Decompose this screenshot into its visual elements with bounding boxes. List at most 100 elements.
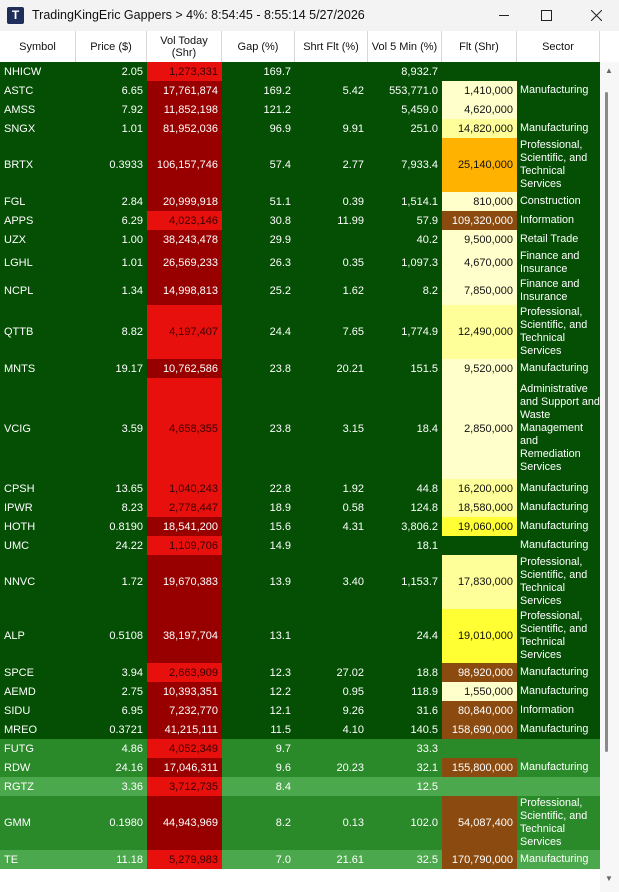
table-row[interactable]: NHICW 2.05 1,273,331 169.7 8,932.7 [0, 62, 600, 81]
table-row[interactable]: SIDU 6.95 7,232,770 12.1 9.26 31.6 80,840,000 I… [0, 701, 600, 720]
cell-vol-today: 2,778,447 [147, 498, 222, 517]
cell-gap: 23.8 [269, 422, 291, 435]
cell-float: 18,580,000 [442, 498, 517, 517]
cell-symbol: SNGX [4, 122, 36, 135]
vertical-scrollbar[interactable]: ▲ ▼ [600, 62, 619, 892]
cell-vol-5min: 251.0 [410, 122, 438, 135]
cell-vol-5min: 32.1 [416, 761, 438, 774]
maximize-button[interactable] [523, 0, 569, 31]
cell-vol-today: 4,052,349 [147, 739, 222, 758]
cell-symbol: CPSH [4, 482, 35, 495]
cell-symbol: RGTZ [4, 780, 34, 793]
cell-vol-5min: 7,933.4 [401, 159, 438, 171]
maximize-icon [540, 10, 552, 21]
table-row[interactable]: NCPL 1.34 14,998,813 25.2 1.62 8.2 7,850,000 Fi… [0, 277, 600, 305]
col-header-short-float[interactable]: Shrt Flt (%) [295, 31, 368, 62]
table-row[interactable]: VCIG 3.59 4,658,355 23.8 3.15 18.4 2,850,000 Ad… [0, 378, 600, 479]
cell-symbol: SPCE [4, 666, 34, 679]
cell-gap: 25.2 [269, 285, 291, 297]
cell-sector: Manufacturing [520, 520, 589, 532]
table-row[interactable]: FGL 2.84 20,999,918 51.1 0.39 1,514.1 810,000 C… [0, 192, 600, 211]
table-row[interactable]: MNTS 19.17 10,762,586 23.8 20.21 151.5 9,520,0… [0, 359, 600, 378]
cell-gap: 169.2 [263, 84, 291, 97]
app-logo-icon: T [7, 7, 24, 24]
cell-gap: 23.8 [269, 362, 291, 375]
table-row[interactable]: IPWR 8.23 2,778,447 18.9 0.58 124.8 18,580,000… [0, 498, 600, 517]
table-row[interactable]: QTTB 8.82 4,197,407 24.4 7.65 1,774.9 12,490,0… [0, 305, 600, 359]
cell-vol-today: 19,670,383 [147, 555, 222, 609]
table-row[interactable]: UZX 1.00 38,243,478 29.9 40.2 9,500,000 Retail… [0, 230, 600, 249]
table-row[interactable]: MREO 0.3721 41,215,111 11.5 4.10 140.5 158,690… [0, 720, 600, 739]
table-row[interactable]: AMSS 7.92 11,852,198 121.2 5,459.0 4,620,000 [0, 100, 600, 119]
table-row[interactable]: AEMD 2.75 10,393,351 12.2 0.95 118.9 1,550,000… [0, 682, 600, 701]
table-row[interactable]: SPCE 3.94 2,663,909 12.3 27.02 18.8 98,920,000… [0, 663, 600, 682]
cell-sector: Manufacturing [520, 84, 589, 96]
cell-vol-5min: 1,153.7 [401, 576, 438, 588]
table-row[interactable]: CPSH 13.65 1,040,243 22.8 1.92 44.8 16,200,000… [0, 479, 600, 498]
table-row[interactable]: HOTH 0.8190 18,541,200 15.6 4.31 3,806.2 19,06… [0, 517, 600, 536]
col-header-float[interactable]: Flt (Shr) [442, 31, 517, 62]
cell-vol-5min: 40.2 [416, 233, 438, 246]
cell-vol-today: 7,232,770 [147, 701, 222, 720]
cell-float: 9,500,000 [442, 230, 517, 249]
cell-short-float: 0.13 [342, 817, 364, 829]
cell-price: 1.01 [121, 122, 143, 135]
cell-short-float [295, 609, 368, 663]
table-row[interactable]: ALP 0.5108 38,197,704 13.1 24.4 19,010,000 Pro… [0, 609, 600, 663]
cell-price: 2.84 [121, 195, 143, 208]
cell-price: 7.92 [121, 103, 143, 116]
col-header-vol-today[interactable]: Vol Today (Shr) [147, 31, 222, 62]
cell-vol-today: 17,046,311 [147, 758, 222, 777]
cell-sector: Finance and Insurance [520, 250, 580, 275]
minimize-button[interactable] [481, 0, 527, 31]
table-row[interactable]: RGTZ 3.36 3,712,735 8.4 12.5 [0, 777, 600, 796]
col-header-symbol[interactable]: Symbol [0, 31, 76, 62]
table-row[interactable]: ASTC 6.65 17,761,874 169.2 5.42 553,771.0 1,41… [0, 81, 600, 100]
scroll-up-icon[interactable]: ▲ [602, 66, 616, 76]
table-row[interactable]: UMC 24.22 1,109,706 14.9 18.1 Manufacturing [0, 536, 600, 555]
cell-vol-today: 20,999,918 [147, 192, 222, 211]
cell-vol-today: 1,109,706 [147, 536, 222, 555]
scroll-down-icon[interactable]: ▼ [602, 874, 616, 884]
col-header-gap[interactable]: Gap (%) [222, 31, 295, 62]
table-row[interactable]: FUTG 4.86 4,052,349 9.7 33.3 [0, 739, 600, 758]
cell-symbol: QTTB [4, 326, 34, 338]
table-row[interactable]: SNGX 1.01 81,952,036 96.9 9.91 251.0 14,820,00… [0, 119, 600, 138]
cell-float: 19,060,000 [442, 517, 517, 536]
table-row[interactable]: TE 11.18 5,279,983 7.0 21.61 32.5 170,790,000 M… [0, 850, 600, 869]
cell-price: 11.18 [116, 853, 143, 866]
cell-short-float: 3.40 [342, 576, 364, 588]
cell-gap: 8.4 [275, 780, 291, 793]
cell-gap: 7.0 [275, 853, 291, 866]
cell-float: 54,087,400 [442, 796, 517, 850]
cell-sector: Retail Trade [520, 233, 579, 245]
col-header-sector[interactable]: Sector [517, 31, 600, 62]
cell-short-float: 0.39 [342, 195, 364, 208]
cell-gap: 57.4 [269, 159, 291, 171]
cell-sector: Manufacturing [520, 122, 589, 134]
table-row[interactable]: APPS 6.29 4,023,146 30.8 11.99 57.9 109,320,00… [0, 211, 600, 230]
cell-short-float: 21.61 [336, 853, 364, 866]
cell-vol-5min: 18.4 [416, 422, 438, 435]
cell-sector: Administrative and Support and Waste Man… [520, 383, 600, 473]
col-header-vol-5min[interactable]: Vol 5 Min (%) [368, 31, 442, 62]
table-row[interactable]: LGHL 1.01 26,569,233 26.3 0.35 1,097.3 4,670,0… [0, 249, 600, 277]
cell-price: 2.75 [121, 685, 143, 698]
cell-gap: 8.2 [275, 817, 291, 829]
cell-price: 1.34 [121, 285, 143, 297]
cell-sector: Professional, Scientific, and Technical … [520, 610, 588, 661]
table-row[interactable]: BRTX 0.3933 106,157,746 57.4 2.77 7,933.4 25,1… [0, 138, 600, 192]
cell-vol-today: 44,943,969 [147, 796, 222, 850]
table-row[interactable]: NNVC 1.72 19,670,383 13.9 3.40 1,153.7 17,830,… [0, 555, 600, 609]
cell-sector: Information [520, 214, 575, 226]
col-header-price[interactable]: Price ($) [76, 31, 147, 62]
table-row[interactable]: RDW 24.16 17,046,311 9.6 20.23 32.1 155,800,00… [0, 758, 600, 777]
table-row[interactable]: GMM 0.1980 44,943,969 8.2 0.13 102.0 54,087,40… [0, 796, 600, 850]
cell-price: 6.65 [121, 84, 143, 97]
cell-short-float: 9.91 [342, 122, 364, 135]
cell-sector: Manufacturing [520, 539, 589, 551]
cell-symbol: FGL [4, 195, 26, 208]
close-button[interactable] [573, 0, 619, 31]
cell-symbol: RDW [4, 761, 31, 774]
scroll-thumb[interactable] [605, 92, 608, 752]
